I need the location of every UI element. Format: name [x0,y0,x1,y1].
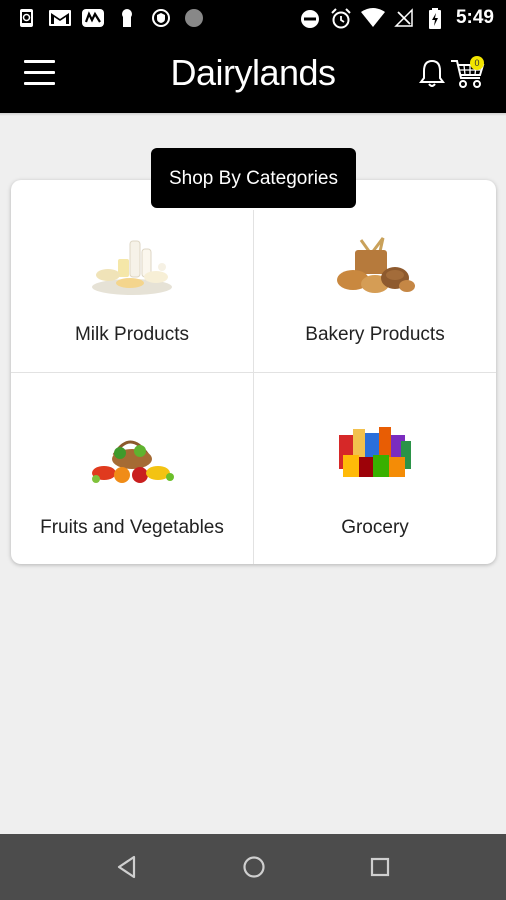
recents-icon[interactable] [367,854,393,880]
grid-divider-vertical [253,210,254,564]
keyhole-icon [122,9,132,27]
grocery-image [339,427,411,477]
category-label: Bakery Products [305,324,445,345]
categories-card: Milk Products Bakery Products Fruits and [11,180,496,564]
category-label: Fruits and Vegetables [40,517,224,538]
alarm-icon [331,8,351,29]
milk-products-image [92,240,172,295]
category-label: Milk Products [74,324,190,345]
maps-icon [82,9,104,27]
category-fruits-vegetables[interactable]: Fruits and Vegetables [11,373,253,565]
bell-icon[interactable] [418,58,446,88]
fruits-vegetables-image [92,440,174,483]
back-icon[interactable] [114,854,140,880]
do-not-disturb-icon [301,10,319,28]
shield-icon [152,9,170,27]
category-milk-products[interactable]: Milk Products [11,180,253,372]
cart-badge: 0 [470,56,484,70]
gmail-icon [49,10,71,26]
grid-divider-horizontal [11,372,496,373]
home-icon[interactable] [241,854,267,880]
battery-charging-icon [429,8,441,29]
status-bar: 5:49 [0,0,506,34]
wifi-icon [361,8,385,27]
circle-icon [185,9,203,27]
category-label: Grocery [341,517,409,538]
section-heading: Shop By Categories [151,148,356,208]
phone-sync-icon [20,9,33,27]
status-time: 5:49 [455,7,494,28]
app-bar: Dairylands 0 [0,34,506,113]
category-grocery[interactable]: Grocery [254,373,496,565]
category-bakery-products[interactable]: Bakery Products [254,180,496,372]
app-bar-shadow [0,113,506,116]
no-signal-icon [394,8,413,27]
system-nav-bar [0,834,506,900]
bakery-products-image [337,237,415,293]
